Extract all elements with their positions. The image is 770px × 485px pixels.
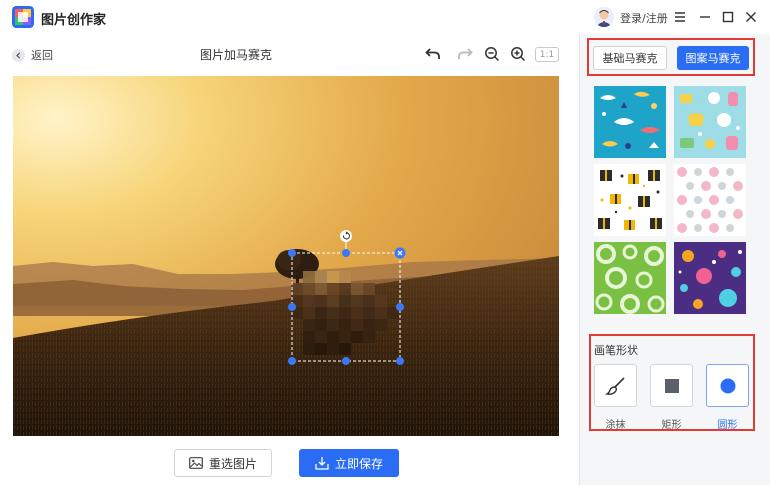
landscape-photo (13, 76, 559, 436)
hamburger-icon (675, 12, 685, 22)
app-title: 图片创作家 (41, 13, 107, 28)
purple-bubbles-pattern-icon (674, 242, 746, 314)
mosaic-panel: 基础马赛克 图案马赛克 画笔形状 涂抹 矩形 圆形 (579, 34, 770, 485)
reselect-image-button[interactable]: 重选图片 (174, 449, 272, 477)
back-button[interactable]: 返回 (12, 47, 53, 63)
title-bar: 图片创作家 登录/注册 (0, 0, 770, 34)
zoom-out-icon (485, 47, 500, 62)
tab-basic-mosaic[interactable]: 基础马赛克 (593, 46, 667, 70)
undo-button[interactable] (423, 44, 443, 64)
gift-pattern-thumbnail[interactable] (594, 164, 666, 236)
save-now-button[interactable]: 立即保存 (299, 449, 399, 477)
ocean-pattern-thumbnail[interactable] (594, 86, 666, 158)
undo-icon (425, 48, 440, 59)
chevron-left-icon (12, 48, 25, 62)
rotate-icon[interactable] (340, 230, 352, 242)
gift-pattern-icon (594, 164, 666, 236)
baby-pattern-thumbnail[interactable] (674, 86, 746, 158)
brush-smear-label: 涂抹 (605, 420, 626, 431)
baby-pattern-icon (674, 86, 746, 158)
maximize-button[interactable] (719, 8, 737, 26)
tab-pattern-mosaic[interactable]: 图案马赛克 (677, 46, 749, 70)
brush-circle-label: 圆形 (717, 420, 738, 431)
back-label: 返回 (31, 49, 53, 62)
brush-rectangle-label: 矩形 (661, 420, 682, 431)
close-button[interactable] (742, 8, 760, 26)
square-icon (664, 378, 679, 393)
zoom-in-icon (511, 47, 526, 62)
zoom-in-button[interactable] (508, 44, 528, 64)
brush-rectangle-button[interactable] (650, 364, 693, 407)
delete-selection-icon[interactable] (394, 247, 406, 259)
ocean-pattern-icon (594, 86, 666, 158)
image-icon (189, 457, 203, 469)
redo-button[interactable] (455, 44, 475, 64)
zoom-out-button[interactable] (482, 44, 502, 64)
brush-smear-button[interactable] (594, 364, 637, 407)
zoom-reset-button[interactable]: 1:1 (535, 47, 559, 62)
green-rings-pattern-icon (594, 242, 666, 314)
minimize-button[interactable] (696, 8, 714, 26)
reselect-image-label: 重选图片 (208, 456, 257, 471)
login-register-link[interactable]: 登录/注册 (620, 10, 668, 26)
page-title: 图片加马赛克 (199, 48, 272, 62)
download-icon (315, 457, 329, 470)
close-icon (746, 12, 756, 22)
image-canvas[interactable] (13, 76, 559, 436)
app-logo-icon (12, 6, 34, 28)
menu-button[interactable] (671, 8, 689, 26)
green-rings-pattern-thumbnail[interactable] (594, 242, 666, 314)
brush-circle-button[interactable] (706, 364, 749, 407)
redo-icon (458, 48, 473, 59)
save-now-label: 立即保存 (334, 456, 383, 471)
user-avatar[interactable] (594, 7, 614, 27)
pink-dots-pattern-thumbnail[interactable] (674, 164, 746, 236)
purple-bubbles-pattern-thumbnail[interactable] (674, 242, 746, 314)
pink-dots-pattern-icon (674, 164, 746, 236)
brush-shape-title: 画笔形状 (594, 344, 638, 357)
brush-icon (604, 376, 625, 395)
circle-icon (720, 378, 735, 393)
maximize-icon (722, 11, 734, 23)
minimize-icon (700, 16, 710, 18)
